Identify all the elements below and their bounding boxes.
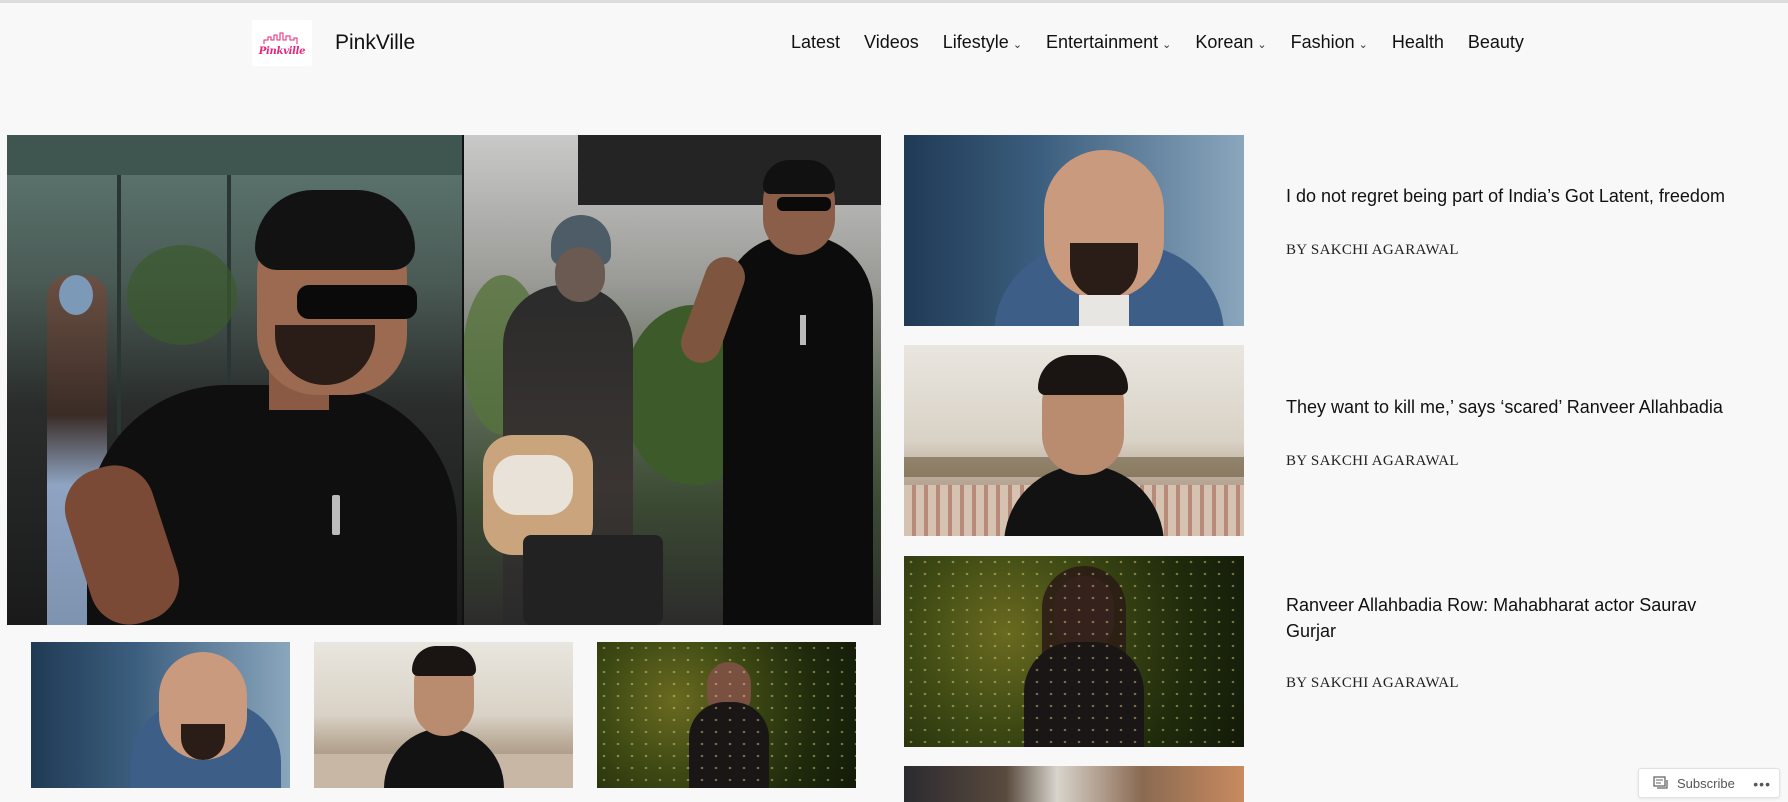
more-options-icon[interactable]: ••• (1753, 776, 1771, 792)
main-nav: Latest Videos Lifestyle ⌄ Entertainment … (791, 32, 1524, 53)
nav-item-lifestyle[interactable]: Lifestyle ⌄ (943, 32, 1022, 53)
thumbnail-smiling-man[interactable] (314, 642, 573, 788)
article-thumbnail[interactable] (904, 556, 1244, 747)
chevron-down-icon[interactable]: ⌄ (1257, 38, 1266, 51)
featured-article-image[interactable] (7, 135, 881, 625)
nav-item-label: Lifestyle (942, 32, 1009, 52)
site-title[interactable]: PinkVille (335, 31, 415, 55)
article-byline: BY SAKCHI AGARAWAL (1286, 242, 1459, 258)
hero-photo-right (463, 135, 881, 625)
nav-item-health[interactable]: Health (1392, 32, 1444, 53)
nav-item-fashion[interactable]: Fashion ⌄ (1291, 32, 1368, 53)
site-logo[interactable]: Pinkville (252, 20, 312, 66)
nav-item-label: Videos (864, 32, 919, 52)
nav-item-korean[interactable]: Korean ⌄ (1195, 32, 1266, 53)
nav-item-videos[interactable]: Videos (864, 32, 919, 53)
nav-item-label: Latest (791, 32, 841, 52)
article-title[interactable]: They want to kill me,’ says ‘scared’ Ran… (1286, 394, 1736, 420)
nav-item-label: Health (1391, 32, 1444, 52)
reader-icon[interactable] (1653, 776, 1669, 790)
nav-item-label: Korean (1195, 32, 1254, 52)
chevron-down-icon[interactable]: ⌄ (1013, 38, 1022, 51)
article-title[interactable]: Ranveer Allahbadia Row: Mahabharat actor… (1286, 592, 1716, 644)
article-thumbnail[interactable] (904, 766, 1244, 802)
hero-photo-left (7, 135, 463, 625)
subscribe-bar: Subscribe ••• (1638, 768, 1780, 798)
article-title[interactable]: I do not regret being part of India’s Go… (1286, 183, 1736, 209)
chevron-down-icon[interactable]: ⌄ (1359, 38, 1368, 51)
subscribe-button[interactable]: Subscribe (1677, 776, 1735, 791)
article-byline: BY SAKCHI AGARAWAL (1286, 675, 1459, 691)
nav-item-beauty[interactable]: Beauty (1468, 32, 1524, 53)
nav-item-entertainment[interactable]: Entertainment ⌄ (1046, 32, 1171, 53)
nav-item-label: Beauty (1467, 32, 1524, 52)
logo-wordmark: Pinkville (258, 46, 306, 57)
article-thumbnail[interactable] (904, 345, 1244, 536)
chevron-down-icon[interactable]: ⌄ (1162, 38, 1171, 51)
nav-item-latest[interactable]: Latest (791, 32, 840, 53)
nav-item-label: Entertainment (1046, 32, 1159, 52)
article-thumbnail[interactable] (904, 135, 1244, 326)
article-byline: BY SAKCHI AGARAWAL (1286, 453, 1459, 469)
skyline-icon (263, 32, 298, 44)
thumbnail-woman-lights[interactable] (597, 642, 856, 788)
thumbnail-bald-man[interactable] (31, 642, 290, 788)
nav-item-label: Fashion (1290, 32, 1355, 52)
